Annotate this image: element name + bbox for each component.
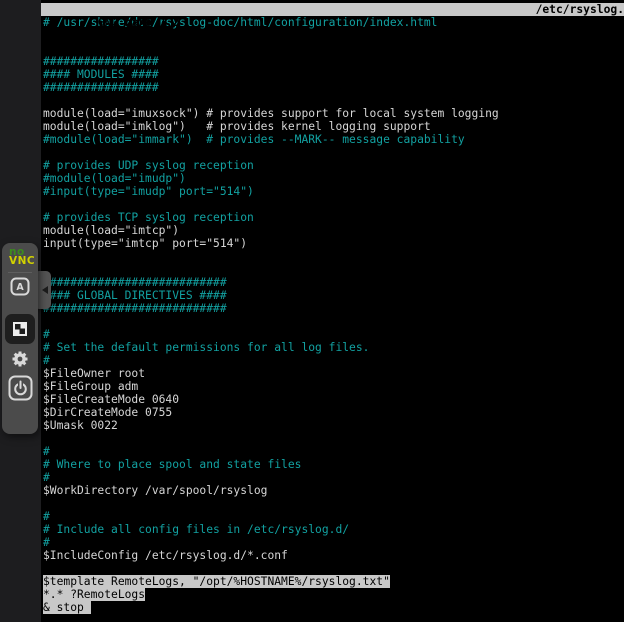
editor-line[interactable]: #module(load="immark") # provides --MARK… bbox=[43, 133, 624, 146]
editor-line[interactable]: ########################### bbox=[43, 276, 624, 289]
editor-line[interactable]: input(type="imtcp" port="514") bbox=[43, 237, 624, 250]
editor-line[interactable]: # bbox=[43, 536, 624, 549]
fullscreen-icon bbox=[12, 321, 28, 337]
editor-line[interactable]: # bbox=[43, 471, 624, 484]
editor-line[interactable]: $FileOwner root bbox=[43, 367, 624, 380]
collapse-arrow-icon bbox=[42, 286, 48, 294]
editor-line[interactable] bbox=[43, 497, 624, 510]
gear-icon bbox=[10, 349, 30, 369]
editor-line[interactable]: #### GLOBAL DIRECTIVES #### bbox=[43, 289, 624, 302]
editor-line[interactable]: $DirCreateMode 0755 bbox=[43, 406, 624, 419]
editor-line[interactable]: module(load="imuxsock") # provides suppo… bbox=[43, 107, 624, 120]
selected-text[interactable]: $template RemoteLogs, "/opt/%HOSTNAME%/r… bbox=[43, 575, 390, 588]
editor-line[interactable] bbox=[43, 94, 624, 107]
editor-line[interactable]: # Where to place spool and state files bbox=[43, 458, 624, 471]
editor-line[interactable]: # provides UDP syslog reception bbox=[43, 159, 624, 172]
keyboard-key-icon: A bbox=[10, 277, 30, 296]
novnc-logo-bottom: VNC bbox=[9, 257, 35, 266]
editor-line[interactable] bbox=[43, 250, 624, 263]
editor-line[interactable]: # bbox=[43, 510, 624, 523]
novnc-control-bar: no VNC A bbox=[2, 243, 38, 434]
editor-line[interactable]: #### MODULES #### bbox=[43, 68, 624, 81]
nano-titlebar: GNU nano 7.2 /etc/rsyslog. bbox=[41, 3, 624, 16]
editor-line[interactable] bbox=[43, 146, 624, 159]
editor-line[interactable]: ########################### bbox=[43, 302, 624, 315]
editor-line[interactable]: $FileCreateMode 0640 bbox=[43, 393, 624, 406]
editor-line[interactable]: $FileGroup adm bbox=[43, 380, 624, 393]
svg-text:A: A bbox=[16, 282, 24, 293]
editor-line[interactable]: #module(load="imudp") bbox=[43, 172, 624, 185]
nano-version-title: GNU nano 7.2 bbox=[82, 16, 180, 29]
editor-line[interactable]: # bbox=[43, 328, 624, 341]
editor-line[interactable]: *.* ?RemoteLogs bbox=[43, 588, 624, 601]
novnc-logo: no VNC bbox=[9, 248, 35, 265]
selected-text[interactable]: *.* ?RemoteLogs bbox=[43, 588, 145, 601]
editor-line[interactable]: # provides TCP syslog reception bbox=[43, 211, 624, 224]
editor-buffer[interactable]: # /usr/share/doc/rsyslog-doc/html/config… bbox=[43, 16, 624, 614]
nano-filename: /etc/rsyslog. bbox=[536, 3, 624, 16]
editor-line[interactable]: $IncludeConfig /etc/rsyslog.d/*.conf bbox=[43, 549, 624, 562]
editor-line[interactable] bbox=[43, 29, 624, 42]
selected-text[interactable]: & stop bbox=[43, 601, 91, 614]
editor-line[interactable]: # Include all config files in /etc/rsysl… bbox=[43, 523, 624, 536]
editor-line[interactable]: ################# bbox=[43, 81, 624, 94]
editor-line[interactable]: # bbox=[43, 445, 624, 458]
editor-line[interactable]: $template RemoteLogs, "/opt/%HOSTNAME%/r… bbox=[43, 575, 624, 588]
editor-line[interactable]: ################# bbox=[43, 55, 624, 68]
editor-line[interactable] bbox=[43, 432, 624, 445]
editor-line[interactable]: & stop bbox=[43, 601, 624, 614]
screen: GNU nano 7.2 /etc/rsyslog. # /usr/share/… bbox=[0, 0, 624, 622]
power-icon bbox=[8, 375, 33, 401]
editor-line[interactable] bbox=[43, 315, 624, 328]
terminal-window[interactable]: GNU nano 7.2 /etc/rsyslog. # /usr/share/… bbox=[41, 0, 624, 622]
editor-line[interactable]: $WorkDirectory /var/spool/rsyslog bbox=[43, 484, 624, 497]
editor-line[interactable]: $Umask 0022 bbox=[43, 419, 624, 432]
editor-line[interactable] bbox=[43, 42, 624, 55]
editor-line[interactable] bbox=[43, 263, 624, 276]
editor-line[interactable] bbox=[43, 198, 624, 211]
editor-line[interactable]: #input(type="imudp" port="514") bbox=[43, 185, 624, 198]
extra-keys-button[interactable]: A bbox=[2, 275, 38, 297]
editor-line[interactable]: module(load="imklog") # provides kernel … bbox=[43, 120, 624, 133]
editor-line[interactable] bbox=[43, 562, 624, 575]
divider bbox=[8, 272, 32, 273]
editor-line[interactable]: # Set the default permissions for all lo… bbox=[43, 341, 624, 354]
settings-button[interactable] bbox=[2, 347, 38, 371]
editor-line[interactable]: # bbox=[43, 354, 624, 367]
fullscreen-button[interactable] bbox=[5, 314, 35, 344]
disconnect-button[interactable] bbox=[2, 374, 38, 401]
editor-line[interactable]: module(load="imtcp") bbox=[43, 224, 624, 237]
